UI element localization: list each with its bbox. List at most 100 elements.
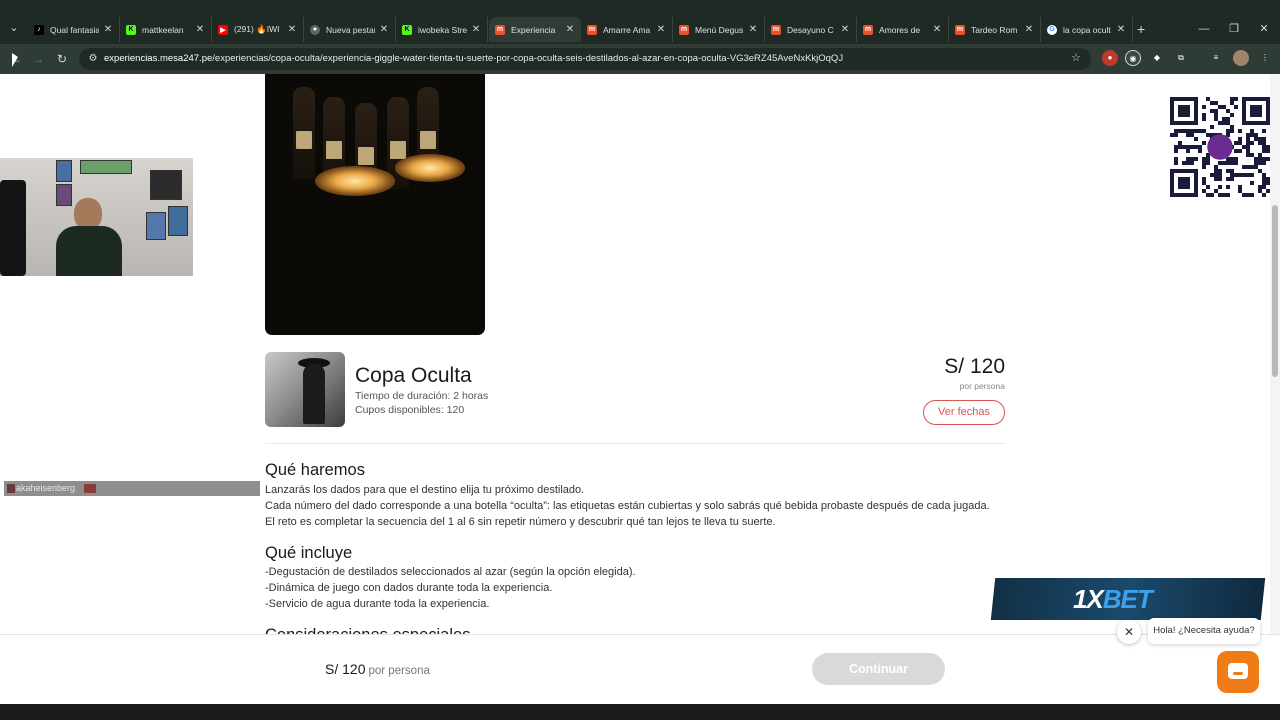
menu-dots-icon[interactable]: ⋮	[1257, 50, 1273, 66]
section-line: -Dinámica de juego con dados durante tod…	[265, 582, 553, 594]
close-tab-icon[interactable]: ✕	[1024, 24, 1034, 35]
tab-5[interactable]: K iwobeka Stre ✕	[396, 17, 488, 42]
tab-search-icon[interactable]: ⌄	[6, 20, 22, 36]
candle-light	[315, 166, 395, 196]
candle-light	[395, 154, 465, 182]
url-bar[interactable]: ⚙ experiencias.mesa247.pe/experiencias/c…	[79, 48, 1091, 70]
bookmark-star-icon[interactable]: ☆	[1069, 51, 1083, 65]
close-tab-icon[interactable]: ✕	[1116, 24, 1126, 35]
booking-bar: S/ 120 por persona Continuar	[0, 634, 1280, 704]
scrollbar-track[interactable]	[1270, 74, 1280, 704]
chat-username: akaheisenberg	[16, 483, 76, 493]
webcam-overlay	[0, 158, 193, 276]
close-tab-icon[interactable]: ✕	[287, 24, 297, 35]
mesa247-icon: m	[495, 24, 505, 35]
section-heading-includes: Qué incluye	[265, 544, 353, 562]
tab-title: Menú Degus	[695, 24, 744, 35]
tab-6-active[interactable]: m Experiencia ✕	[489, 17, 581, 42]
booking-price: S/ 120 por persona	[325, 661, 430, 677]
bottle-shape	[293, 87, 315, 179]
tab-title: Experiencia	[511, 24, 556, 35]
tab-9[interactable]: m Desayuno C ✕	[765, 17, 857, 42]
forward-icon[interactable]: →	[30, 51, 46, 67]
kick-icon: K	[402, 24, 412, 35]
chat-greeting-bubble[interactable]: Hola! ¿Necesita ayuda?	[1148, 618, 1260, 644]
close-tab-icon[interactable]: ✕	[471, 24, 481, 35]
tab-8[interactable]: m Menú Degus ✕	[673, 17, 765, 42]
new-tab-icon[interactable]: +	[1137, 21, 1151, 37]
close-tab-icon[interactable]: ✕	[565, 24, 575, 35]
media-control-icon[interactable]: ≡	[1208, 50, 1224, 66]
site-info-icon[interactable]: ⚙	[86, 52, 100, 66]
window-bottom-edge	[0, 704, 1280, 720]
mesa247-icon: m	[955, 24, 965, 35]
tab-2[interactable]: K mattkeelan ✕	[120, 17, 212, 42]
section-heading-what-we-do: Qué haremos	[265, 461, 365, 479]
chat-icon	[1228, 663, 1248, 679]
youtube-icon: ▶	[218, 24, 228, 35]
google-icon: G	[1047, 24, 1057, 35]
tab-title: la copa ocult	[1063, 24, 1111, 35]
price-value: S/ 120	[944, 355, 1005, 378]
tab-title: Nueva pestaña	[326, 24, 375, 35]
experience-hero-image	[265, 74, 485, 335]
close-tab-icon[interactable]: ✕	[195, 24, 205, 35]
mesa247-icon: m	[771, 24, 781, 35]
chat-close-button[interactable]: ✕	[1117, 620, 1141, 644]
tab-11[interactable]: m Tardeo Rom ✕	[949, 17, 1041, 42]
host-photo	[265, 352, 345, 427]
flag-icon	[83, 484, 96, 494]
see-dates-button[interactable]: Ver fechas	[923, 400, 1005, 425]
extension-icon[interactable]: ●	[1102, 50, 1118, 66]
mouse-cursor	[12, 53, 18, 67]
puzzle-icon[interactable]: ⧉	[1173, 50, 1189, 66]
close-tab-icon[interactable]: ✕	[748, 24, 758, 35]
avatar[interactable]	[1233, 50, 1249, 66]
price-unit: por persona	[959, 381, 1005, 391]
reload-icon[interactable]: ↻	[54, 51, 70, 67]
1xbet-ad-banner: 1XBET	[990, 578, 1266, 620]
scrollbar-thumb[interactable]	[1272, 205, 1278, 377]
chrome-icon: ●	[310, 24, 320, 35]
close-tab-icon[interactable]: ✕	[840, 24, 850, 35]
close-tab-icon[interactable]: ✕	[932, 24, 942, 35]
section-heading-considerations: Consideraciones especiales	[265, 626, 470, 634]
extension-icon[interactable]: ◉	[1125, 50, 1141, 66]
extension-icon[interactable]: ◆	[1149, 50, 1165, 66]
minimize-icon[interactable]: —	[1197, 22, 1211, 36]
tab-3[interactable]: ▶ (291) 🔥IWI ✕	[212, 17, 304, 42]
close-window-icon[interactable]: ✕	[1257, 22, 1271, 36]
tab-12[interactable]: G la copa ocult ✕	[1041, 17, 1133, 42]
slots-text: Cupos disponibles: 120	[355, 404, 465, 416]
chat-username-bar: akaheisenberg	[4, 481, 260, 496]
close-tab-icon[interactable]: ✕	[103, 24, 113, 35]
tab-title: Amarre Ama	[603, 24, 651, 35]
mesa247-icon: m	[863, 24, 873, 35]
mesa247-icon: m	[587, 24, 597, 35]
tab-10[interactable]: m Amores de ✕	[857, 17, 949, 42]
tab-7[interactable]: m Amarre Ama ✕	[581, 17, 673, 42]
1xbet-logo: 1XBET	[1072, 584, 1152, 614]
tab-1[interactable]: ♪ Qual fantasia ✕	[28, 17, 120, 42]
restore-icon[interactable]: ❐	[1227, 22, 1241, 36]
close-tab-icon[interactable]: ✕	[379, 24, 389, 35]
booking-price-unit: por persona	[368, 665, 430, 677]
tab-4[interactable]: ● Nueva pestaña ✕	[304, 17, 396, 42]
tab-title: iwobeka Stre	[418, 24, 467, 35]
tab-title: mattkeelan	[142, 24, 184, 35]
tab-title: Qual fantasia	[50, 24, 99, 35]
close-tab-icon[interactable]: ✕	[656, 24, 666, 35]
duration-text: Tiempo de duración: 2 horas	[355, 390, 489, 402]
chat-launcher-button[interactable]	[1217, 651, 1259, 693]
mesa247-icon: m	[679, 24, 689, 35]
tab-title: Desayuno C	[787, 24, 834, 35]
user-badge-icon	[7, 484, 15, 493]
divider	[265, 443, 1005, 444]
url-text[interactable]: experiencias.mesa247.pe/experiencias/cop…	[104, 53, 843, 64]
yape-qr-code	[1170, 97, 1270, 197]
tab-title: Tardeo Rom	[971, 24, 1018, 35]
kick-icon: K	[126, 24, 136, 35]
tiktok-icon: ♪	[34, 24, 44, 35]
continue-button[interactable]: Continuar	[812, 653, 945, 685]
experience-title: Copa Oculta	[355, 364, 472, 387]
